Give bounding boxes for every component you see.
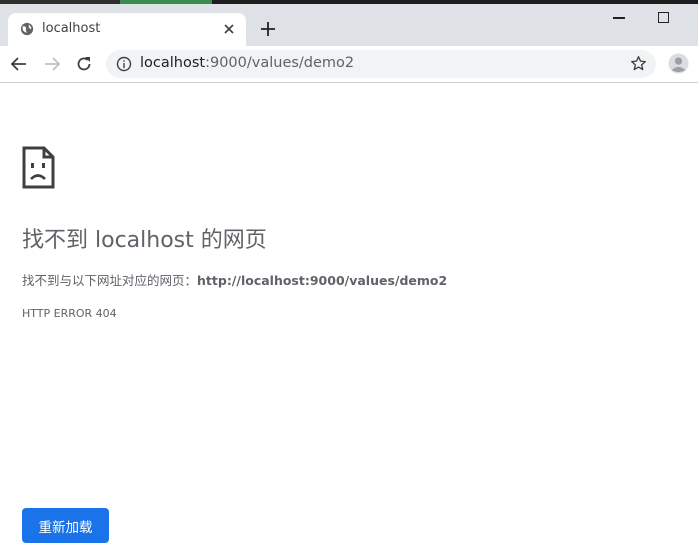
close-icon[interactable] xyxy=(222,22,236,36)
back-arrow-icon[interactable] xyxy=(10,55,28,73)
tab-title: localhost xyxy=(42,21,101,36)
star-icon[interactable] xyxy=(630,55,647,72)
sad-page-icon xyxy=(22,146,55,189)
minimize-icon[interactable] xyxy=(613,17,625,19)
error-description-prefix: 找不到与以下网址对应的网页： xyxy=(22,273,198,288)
error-description: 找不到与以下网址对应的网页：http://localhost:9000/valu… xyxy=(22,270,447,289)
reload-icon[interactable] xyxy=(75,55,93,73)
strip-segment xyxy=(0,0,120,4)
title-bar: localhost xyxy=(0,0,698,46)
background-editor-strip xyxy=(0,0,698,4)
url-path: :9000/values/demo2 xyxy=(205,55,355,71)
error-heading: 找不到 localhost 的网页 xyxy=(22,228,267,253)
error-url: http://localhost:9000/values/demo2 xyxy=(197,273,448,288)
profile-icon[interactable] xyxy=(668,53,689,74)
info-icon[interactable] xyxy=(116,56,132,72)
forward-arrow-icon[interactable] xyxy=(43,55,61,73)
browser-tab[interactable]: localhost xyxy=(8,13,246,46)
globe-icon xyxy=(20,22,34,36)
url-host: localhost xyxy=(140,55,206,71)
url-text[interactable]: localhost:9000/values/demo2 xyxy=(140,55,354,71)
address-bar[interactable]: localhost:9000/values/demo2 xyxy=(106,50,656,78)
reload-button[interactable]: 重新加载 xyxy=(22,508,109,543)
plus-icon[interactable] xyxy=(259,20,277,38)
browser-toolbar: localhost:9000/values/demo2 xyxy=(0,46,698,83)
strip-segment xyxy=(120,0,212,4)
error-code: HTTP ERROR 404 xyxy=(22,307,117,320)
maximize-icon[interactable] xyxy=(658,12,669,23)
